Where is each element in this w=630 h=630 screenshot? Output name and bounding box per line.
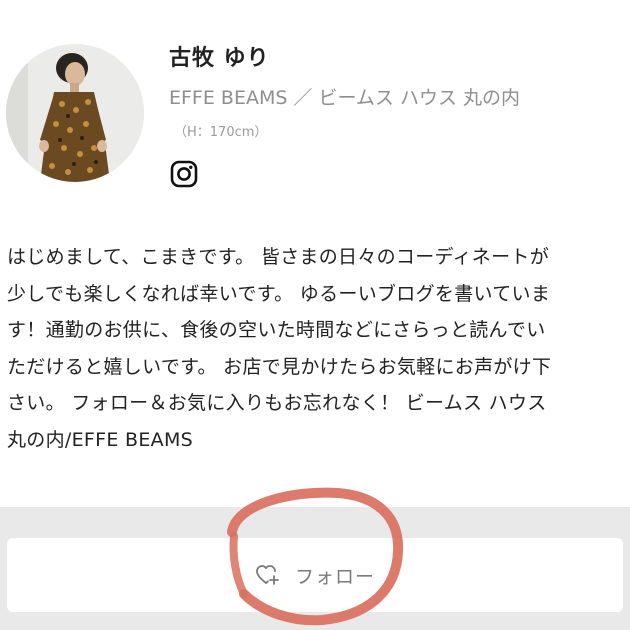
avatar[interactable]: [6, 44, 144, 182]
heart-plus-icon: [256, 565, 279, 585]
profile-header: 古牧 ゆり EFFE BEAMS ／ ビームス ハウス 丸の内 （H：170cm…: [0, 0, 630, 220]
profile-height: （H：170cm）: [174, 125, 268, 140]
bio-line: ただけると嬉しいです。 お店で見かけたらお気軽にお声がけ下: [7, 355, 552, 378]
follow-button[interactable]: フォロー: [7, 538, 623, 612]
instagram-icon[interactable]: [170, 160, 198, 188]
bio-line: 少しでも楽しくなれば幸いです。 ゆるーいブログを書いていま: [7, 282, 551, 305]
follow-label: フォロー: [295, 565, 376, 588]
follow-button-content: フォロー: [255, 560, 375, 590]
bio-line: さい。 フォロー＆お気に入りもお忘れなく！ ビームス ハウス: [7, 392, 547, 414]
profile-name: 古牧 ゆり: [169, 46, 270, 71]
bio-line: はじめまして、こまきです。 皆さまの日々のコーディネートが: [7, 246, 549, 268]
avatar-photo: [6, 44, 144, 182]
bio-line: す！通勤のお供に、食後の空いた時間などにさらっと読んでい: [7, 319, 546, 341]
profile-bio: はじめまして、こまきです。 皆さまの日々のコーディネートが 少しでも楽しくなれば…: [7, 239, 625, 458]
bio-line: 丸の内/EFFE BEAMS: [7, 428, 193, 451]
profile-page: 古牧 ゆり EFFE BEAMS ／ ビームス ハウス 丸の内 （H：170cm…: [0, 0, 630, 630]
profile-shop[interactable]: EFFE BEAMS ／ ビームス ハウス 丸の内: [169, 83, 520, 110]
